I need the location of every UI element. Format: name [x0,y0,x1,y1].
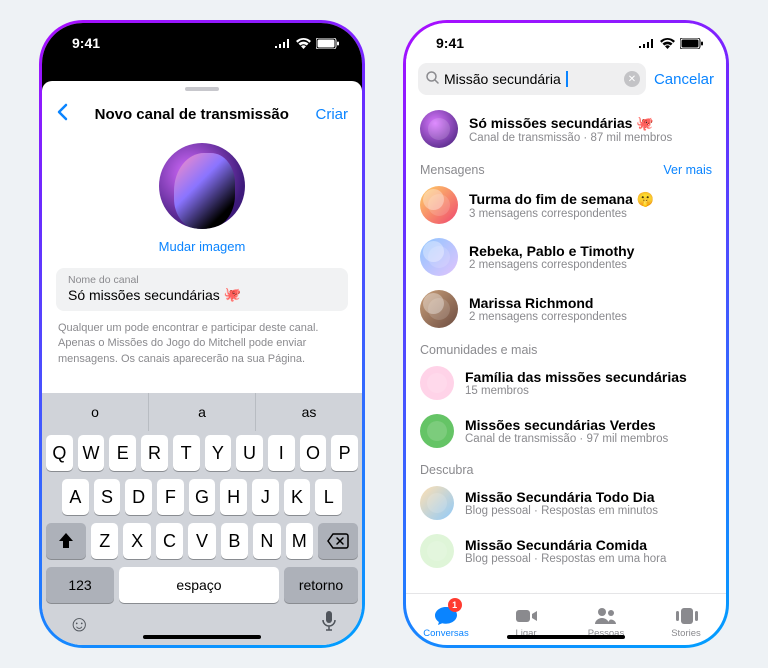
phone-create-channel: 9:41 Novo canal de transmissão Criar Mud… [39,20,365,648]
return-key[interactable]: retorno [284,567,358,603]
key-h[interactable]: H [220,479,247,515]
key-x[interactable]: X [123,523,150,559]
key-e[interactable]: E [109,435,136,471]
key-r[interactable]: R [141,435,168,471]
key-j[interactable]: J [252,479,279,515]
emoji-key[interactable]: ☺ [68,611,90,637]
key-l[interactable]: L [315,479,342,515]
mic-key[interactable] [322,611,336,637]
key-g[interactable]: G [189,479,216,515]
sheet-grabber[interactable] [42,81,362,97]
search-input[interactable]: Missão secundária ✕ [418,63,646,95]
create-button[interactable]: Criar [316,106,349,123]
back-button[interactable] [56,101,68,127]
section-discover: Descubra [420,463,474,477]
key-t[interactable]: T [173,435,200,471]
key-c[interactable]: C [156,523,183,559]
cancel-button[interactable]: Cancelar [654,71,714,88]
avatar [420,290,458,328]
avatar [420,366,454,400]
key-k[interactable]: K [284,479,311,515]
avatar [420,110,458,148]
change-image-button[interactable]: Mudar imagem [42,229,362,268]
home-indicator[interactable] [507,635,625,639]
status-bar: 9:41 [42,23,362,63]
suggestion[interactable]: as [255,393,362,431]
key-a[interactable]: A [62,479,89,515]
home-indicator[interactable] [143,635,261,639]
discover-result[interactable]: Missão Secundária ComidaBlog pessoal · R… [420,527,712,575]
numbers-key[interactable]: 123 [46,567,114,603]
search-top-result[interactable]: Só missões secundárias 🐙 Canal de transm… [420,103,712,155]
avatar [420,238,458,276]
field-value: Só missões secundárias [68,287,220,303]
key-d[interactable]: D [125,479,152,515]
key-m[interactable]: M [286,523,313,559]
tab-stories[interactable]: Stories [646,598,726,645]
search-icon [426,71,439,87]
key-w[interactable]: W [78,435,105,471]
key-s[interactable]: S [94,479,121,515]
message-result[interactable]: Rebeka, Pablo e Timothy2 mensagens corre… [420,231,712,283]
key-i[interactable]: I [268,435,295,471]
status-time: 9:41 [436,35,464,51]
discover-result[interactable]: Missão Secundária Todo DiaBlog pessoal ·… [420,479,712,527]
clear-search-button[interactable]: ✕ [624,71,640,87]
suggestion[interactable]: o [42,393,148,431]
key-y[interactable]: Y [205,435,232,471]
key-o[interactable]: O [300,435,327,471]
page-title: Novo canal de transmissão [95,106,289,123]
channel-name-field[interactable]: Nome do canal Só missões secundárias 🐙 [56,268,348,311]
space-key[interactable]: espaço [119,567,279,603]
octopus-emoji: 🐙 [224,286,241,303]
status-bar: 9:41 [406,23,726,63]
section-messages: Mensagens [420,163,485,177]
key-p[interactable]: P [331,435,358,471]
tab-chats[interactable]: 1 Conversas [406,598,486,645]
keyboard: o a as QWERTYUIOP ASDFGHJKL ZXCVBNM [42,393,362,645]
phone-search: 9:41 Missão secundária ✕ Cancelar [403,20,729,648]
field-label: Nome do canal [68,274,336,286]
delete-key[interactable] [318,523,358,559]
key-u[interactable]: U [236,435,263,471]
message-result[interactable]: Marissa Richmond2 mensagens corresponden… [420,283,712,335]
status-time: 9:41 [72,35,100,51]
status-icons [639,38,704,49]
avatar [420,414,454,448]
key-f[interactable]: F [157,479,184,515]
avatar [420,534,454,568]
channel-avatar[interactable] [159,143,245,229]
see-more-button[interactable]: Ver mais [663,163,712,177]
avatar [420,486,454,520]
community-result[interactable]: Missões secundárias VerdesCanal de trans… [420,407,712,455]
key-q[interactable]: Q [46,435,73,471]
key-b[interactable]: B [221,523,248,559]
key-n[interactable]: N [253,523,280,559]
key-z[interactable]: Z [91,523,118,559]
search-value: Missão secundária [444,71,561,87]
helper-text: Qualquer um pode encontrar e participar … [42,311,362,367]
status-icons [275,38,340,49]
avatar [420,186,458,224]
key-v[interactable]: V [188,523,215,559]
chat-badge: 1 [448,598,462,612]
shift-key[interactable] [46,523,86,559]
section-communities: Comunidades e mais [420,343,537,357]
community-result[interactable]: Família das missões secundárias15 membro… [420,359,712,407]
message-result[interactable]: Turma do fim de semana 🤫3 mensagens corr… [420,179,712,231]
keyboard-suggestions: o a as [42,393,362,431]
suggestion[interactable]: a [148,393,255,431]
